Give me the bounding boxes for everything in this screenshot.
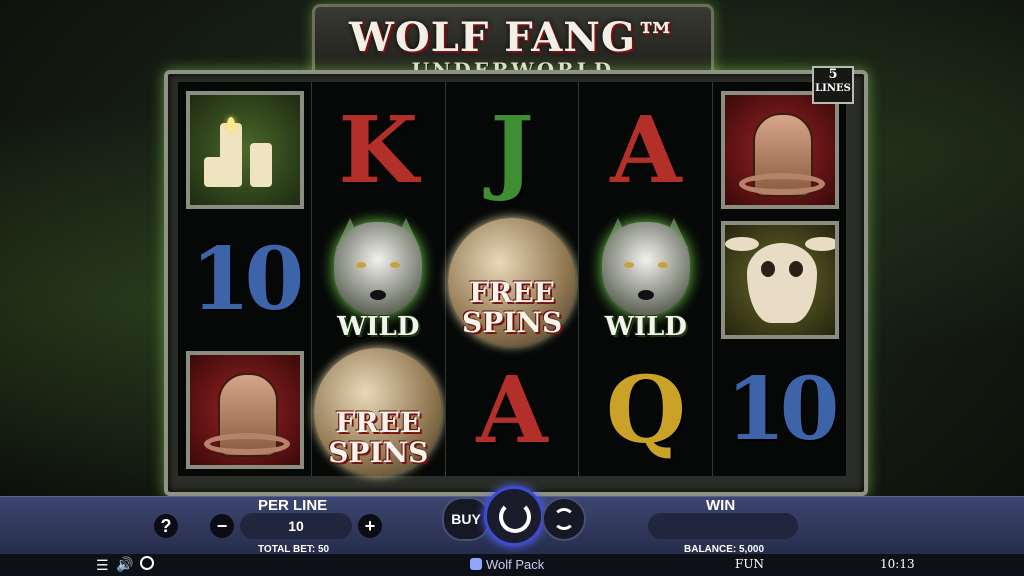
turbo-icon[interactable] <box>140 556 154 570</box>
wild-label: WILD <box>604 311 687 342</box>
brand-label: Wolf Pack <box>486 557 545 572</box>
win-value <box>648 513 798 539</box>
lines-count: 5 <box>828 67 838 82</box>
mode-label: FUN <box>735 557 764 571</box>
reels: 10 K WILD FREE SPINS J FREE SPINS A A WI… <box>178 82 846 476</box>
symbol-a: A <box>446 344 579 475</box>
symbol-label: A <box>476 355 548 464</box>
cobra-icon <box>185 350 304 469</box>
logo-title: WOLF FANG™ <box>348 14 678 61</box>
symbol-10: 10 <box>178 214 311 345</box>
decrease-bet-button[interactable]: − <box>210 514 234 538</box>
cobra-icon <box>720 90 839 209</box>
symbol-label: A <box>610 95 682 204</box>
spins-label: SPINS <box>462 305 563 339</box>
free-label: FREE <box>469 275 556 309</box>
per-line-value: 10 <box>240 513 352 539</box>
wolf-icon: WILD <box>588 217 704 342</box>
reel-5: 10 <box>712 82 846 476</box>
menu-icon[interactable]: ☰ <box>96 557 109 574</box>
clock: 10:13 <box>880 557 915 571</box>
symbol-free-spins: FREE SPINS <box>446 216 579 347</box>
moon-icon: FREE SPINS <box>314 347 443 476</box>
symbol-cobra <box>178 344 311 475</box>
free-label: FREE <box>335 405 422 439</box>
help-button[interactable]: ? <box>154 514 178 538</box>
win-label: WIN <box>706 497 736 514</box>
reel-4: A WILD Q <box>578 82 713 476</box>
increase-bet-button[interactable]: + <box>358 514 382 538</box>
reel-2: K WILD FREE SPINS <box>310 82 445 477</box>
buy-button[interactable]: BUY <box>442 497 490 541</box>
per-line-label: PER LINE <box>258 497 328 514</box>
symbol-candles <box>178 84 311 215</box>
symbol-label: K <box>338 95 419 204</box>
symbol-k: K <box>312 84 445 215</box>
symbol-a: A <box>579 84 712 215</box>
reel-3: J FREE SPINS A <box>444 82 579 476</box>
lines-badge: 5 LINES <box>812 66 854 104</box>
symbol-bull-skull <box>713 214 846 345</box>
sound-icon[interactable]: 🔊 <box>116 556 133 573</box>
reel-1: 10 <box>178 82 311 476</box>
spins-label: SPINS <box>328 435 429 469</box>
spin-button[interactable] <box>484 486 544 546</box>
autoplay-button[interactable] <box>542 497 586 541</box>
symbol-label: 10 <box>725 358 840 460</box>
symbol-wild: WILD <box>312 214 445 345</box>
symbol-label: 10 <box>190 228 305 330</box>
wild-label: WILD <box>337 311 420 342</box>
symbol-q: Q <box>579 344 712 475</box>
symbol-j: J <box>446 84 579 215</box>
moon-icon: FREE SPINS <box>448 217 577 346</box>
spin-icon <box>499 501 531 533</box>
candles-icon <box>185 90 304 209</box>
wolf-icon: WILD <box>320 217 436 342</box>
autoplay-icon <box>553 508 575 530</box>
bull-skull-icon <box>720 220 839 339</box>
symbol-label: J <box>490 95 534 204</box>
symbol-10: 10 <box>713 344 846 475</box>
symbol-wild: WILD <box>579 214 712 345</box>
symbol-free-spins: FREE SPINS <box>312 346 445 477</box>
symbol-label: Q <box>605 355 686 464</box>
lines-label: LINES <box>815 83 851 94</box>
wolf-pack-logo-icon <box>470 558 482 570</box>
